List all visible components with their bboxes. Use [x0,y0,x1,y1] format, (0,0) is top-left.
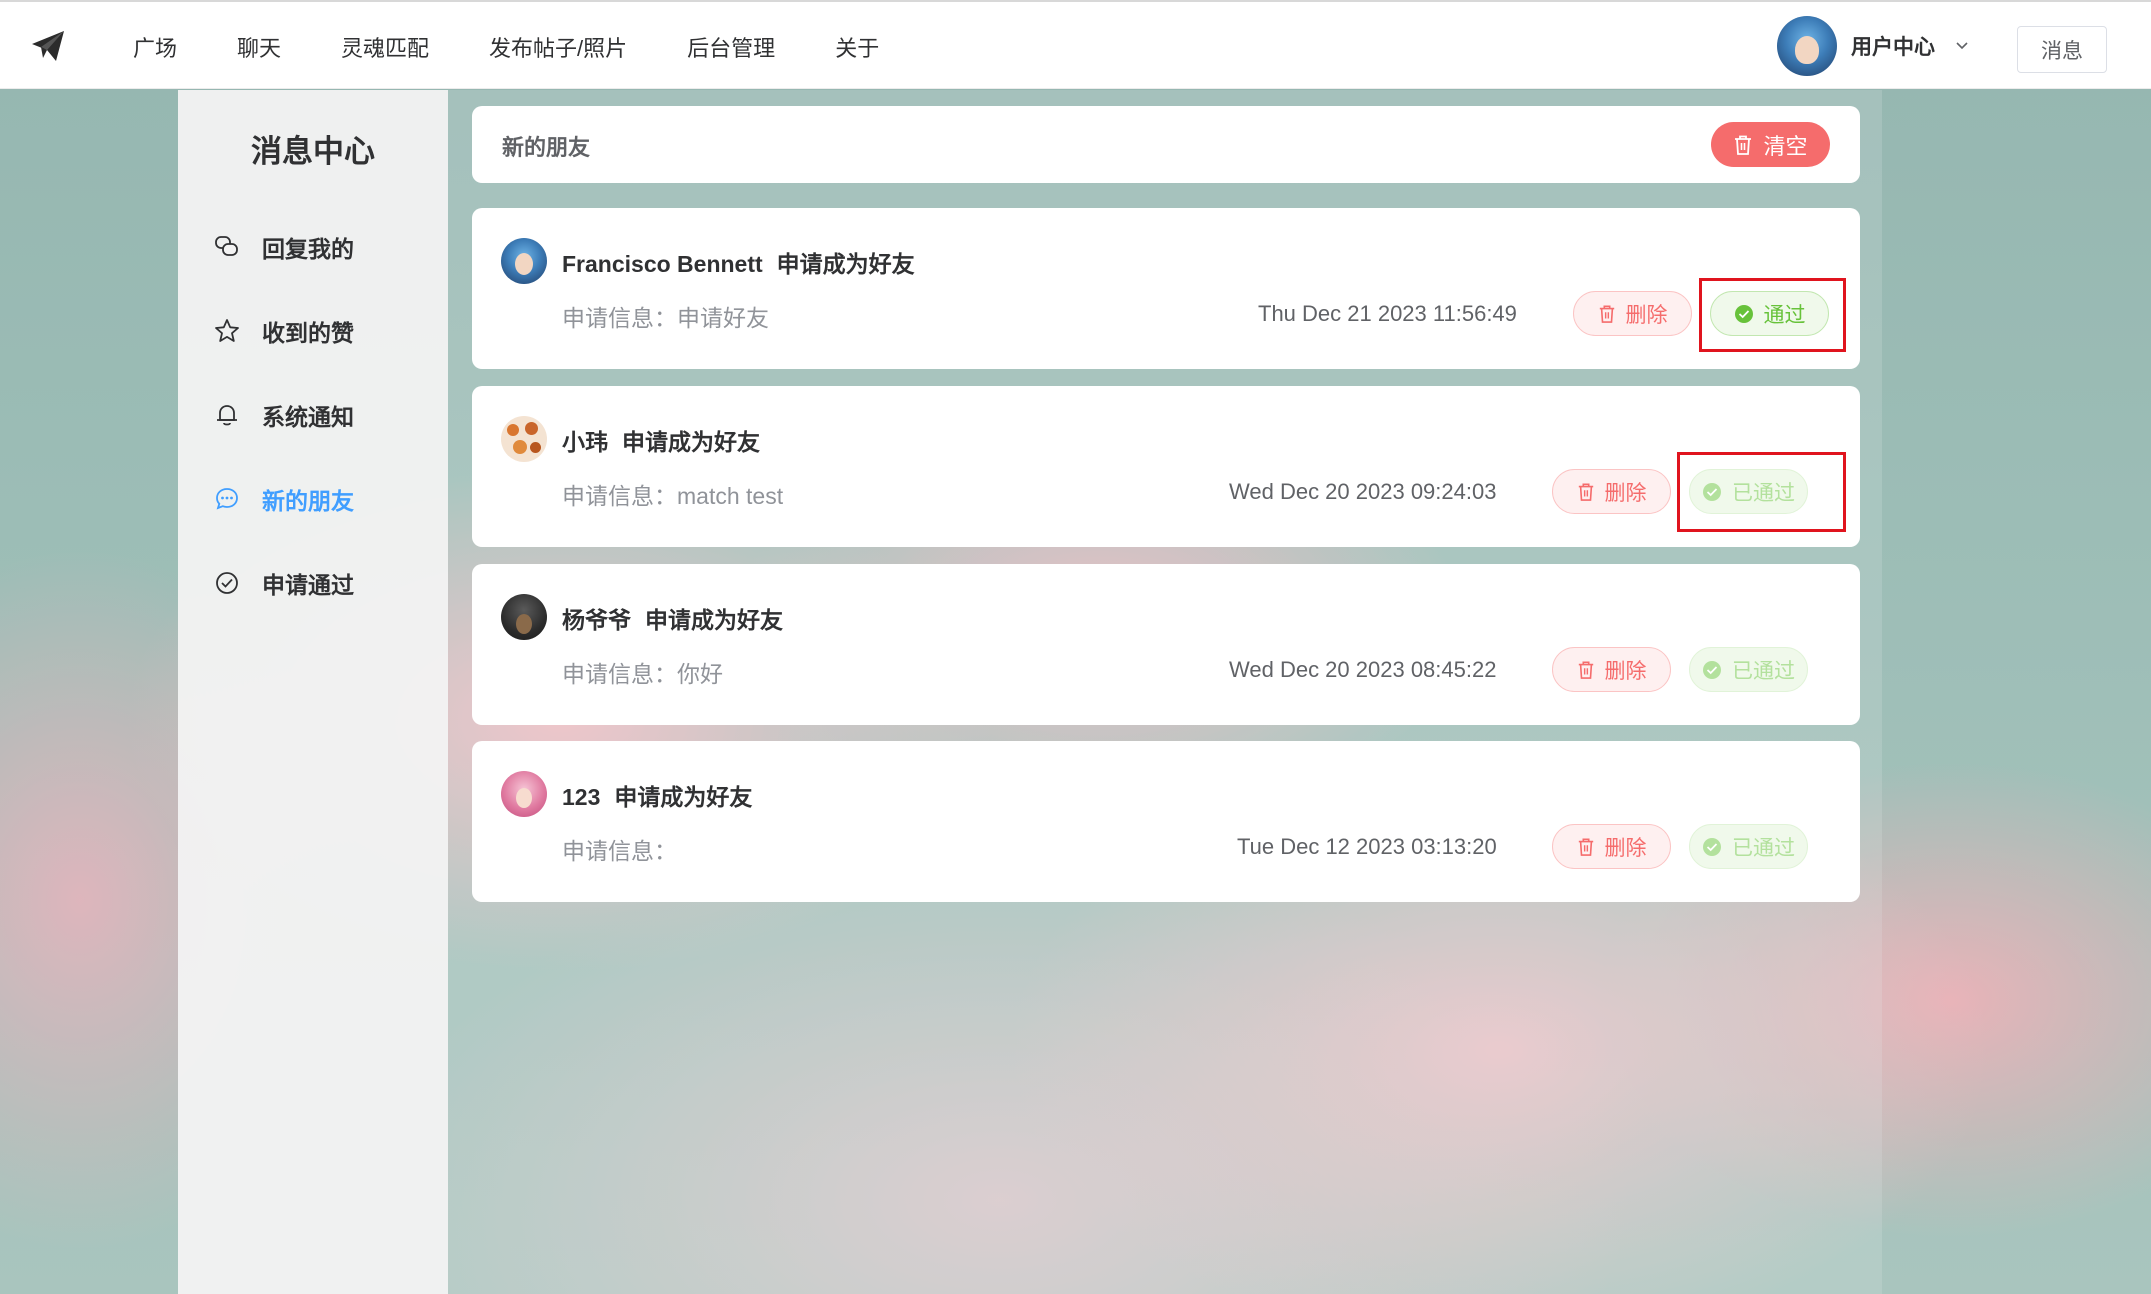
request-action: 申请成为好友 [645,607,783,633]
chevron-down-icon[interactable] [1955,39,1969,53]
sidebar-item-new-friends[interactable]: 新的朋友 [214,479,354,519]
request-action: 申请成为好友 [622,429,760,455]
request-title: Francisco Bennett 申请成为好友 [562,245,915,279]
trash-icon [1578,838,1593,856]
bell-icon [217,405,237,426]
avatar [501,594,547,640]
check-circle-icon [216,572,238,594]
friend-request-card: Francisco Bennett 申请成为好友 申请信息：申请好友 Thu De… [472,208,1860,369]
user-center-label[interactable]: 用户中心 [1851,31,1935,61]
request-message: 申请信息：match test [562,483,784,509]
sidebar-item-replies[interactable]: 回复我的 [214,227,354,267]
nav-item-about[interactable]: 关于 [835,31,879,63]
sidebar-item-label: 申请通过 [262,572,354,598]
user-center-dropdown[interactable]: 用户中心 [1777,16,1969,76]
chat-bubbles-icon [215,236,238,256]
approve-label: 通过 [1763,303,1806,327]
sidebar-item-system[interactable]: 系统通知 [214,395,354,435]
check-circle-icon [1703,660,1721,679]
avatar [501,416,547,462]
nav-item-square[interactable]: 广场 [133,31,177,63]
delete-button[interactable]: 删除 [1573,291,1692,336]
approved-button: 已通过 [1689,824,1808,869]
request-title: 123 申请成为好友 [562,778,752,812]
approved-button: 已通过 [1689,469,1808,514]
delete-button[interactable]: 删除 [1552,824,1671,869]
sidebar-item-likes[interactable]: 收到的赞 [214,311,354,351]
friend-request-card: 小玮 申请成为好友 申请信息：match test Wed Dec 20 2023… [472,386,1860,547]
request-time: Thu Dec 21 2023 11:56:49 [1258,301,1517,326]
approved-label: 已通过 [1732,836,1795,860]
clear-all-button[interactable]: 清空 [1711,122,1830,167]
avatar[interactable] [1777,16,1837,76]
trash-icon [1599,305,1614,323]
approve-button[interactable]: 通过 [1710,291,1829,336]
requester-name[interactable]: 123 [562,784,600,810]
star-icon [215,319,239,342]
approved-button: 已通过 [1689,647,1808,692]
approved-label: 已通过 [1732,659,1795,683]
sidebar-item-label: 收到的赞 [262,320,354,346]
friend-request-card: 123 申请成为好友 申请信息： Tue Dec 12 2023 03:13:20… [472,741,1860,902]
avatar [501,238,547,284]
sidebar-item-approved[interactable]: 申请通过 [214,563,354,603]
approved-label: 已通过 [1732,481,1795,505]
requester-name[interactable]: 杨爷爷 [562,607,631,633]
request-time: Wed Dec 20 2023 08:45:22 [1229,657,1497,682]
request-action: 申请成为好友 [614,784,753,810]
new-friends-header: 新的朋友 清空 [472,106,1860,183]
requester-name[interactable]: 小玮 [562,429,608,455]
request-message: 申请信息： [562,838,677,864]
paper-plane-logo-icon[interactable] [30,28,66,64]
check-circle-icon [1734,304,1753,323]
sidebar-item-label: 系统通知 [262,404,354,430]
messages-button[interactable]: 消息 [2017,26,2107,73]
delete-button[interactable]: 删除 [1552,469,1671,514]
page-title: 新的朋友 [502,135,591,160]
friend-request-card: 杨爷爷 申请成为好友 申请信息：你好 Wed Dec 20 2023 08:45:… [472,564,1860,725]
avatar [501,771,547,817]
nav-item-admin[interactable]: 后台管理 [687,31,775,63]
request-title: 小玮 申请成为好友 [562,423,760,457]
request-action: 申请成为好友 [776,251,915,277]
request-title: 杨爷爷 申请成为好友 [562,601,783,635]
delete-label: 删除 [1604,836,1647,860]
check-circle-icon [1703,482,1721,501]
request-time: Tue Dec 12 2023 03:13:20 [1237,834,1497,859]
sidebar-item-label: 回复我的 [262,236,354,262]
top-navbar: 广场 聊天 灵魂匹配 发布帖子/照片 后台管理 关于 用户中心 消息 [0,0,2151,89]
delete-label: 删除 [1625,303,1668,327]
trash-icon [1578,483,1593,501]
trash-icon [1578,661,1593,679]
message-dots-icon [216,488,238,510]
delete-label: 删除 [1604,659,1647,683]
request-message: 申请信息：申请好友 [562,305,769,331]
main-nav: 广场 聊天 灵魂匹配 发布帖子/照片 后台管理 关于 [133,2,939,91]
message-center-sidebar: 消息中心 回复我的 收到的赞 系统通知 新的朋友 申请通过 [178,90,448,1294]
check-circle-icon [1703,837,1721,856]
request-message: 申请信息：你好 [562,661,723,687]
request-time: Wed Dec 20 2023 09:24:03 [1229,479,1497,504]
nav-item-soul-match[interactable]: 灵魂匹配 [341,31,429,63]
sidebar-item-label: 新的朋友 [262,488,354,514]
delete-label: 删除 [1604,481,1647,505]
nav-item-post[interactable]: 发布帖子/照片 [489,31,627,63]
trash-icon [1735,135,1752,155]
clear-button-label: 清空 [1763,133,1808,159]
delete-button[interactable]: 删除 [1552,647,1671,692]
requester-name[interactable]: Francisco Bennett [562,251,763,277]
nav-item-chat[interactable]: 聊天 [237,31,281,63]
sidebar-title: 消息中心 [251,134,375,169]
